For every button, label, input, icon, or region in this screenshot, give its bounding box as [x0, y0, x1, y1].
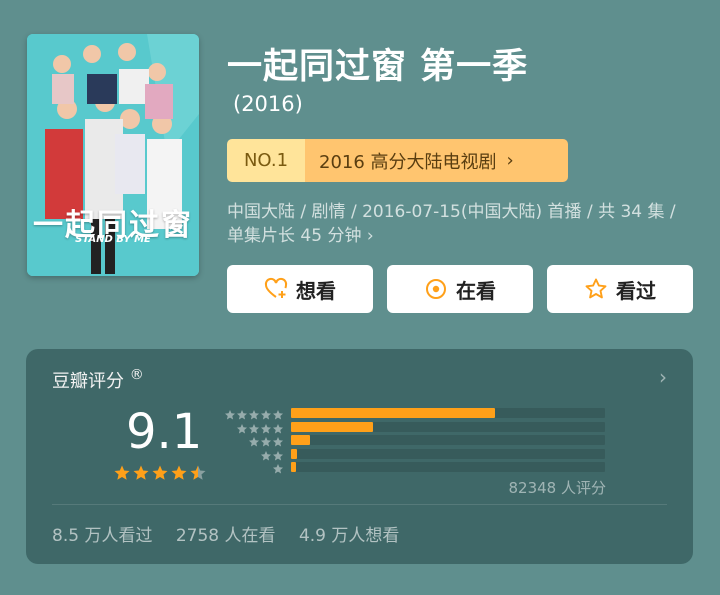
rating-stars	[113, 464, 207, 486]
release-year: (2016)	[233, 92, 303, 116]
rating-star-icon	[170, 464, 188, 486]
watching-label: 在看	[456, 278, 496, 303]
row-stars	[224, 406, 284, 420]
rating-score: 9.1	[126, 404, 203, 460]
rating-bar	[291, 462, 296, 473]
rating-row-2-star	[223, 447, 607, 461]
rating-count: 82348 人评分	[508, 479, 607, 497]
want-count[interactable]: 4.9 万人想看	[299, 526, 399, 546]
small-star-icon	[272, 433, 284, 447]
rating-bar-track	[291, 421, 605, 432]
small-star-icon	[272, 460, 284, 474]
watched-count[interactable]: 8.5 万人看过	[52, 526, 152, 546]
rating-bar-track	[291, 448, 605, 459]
rating-card[interactable]: 豆瓣评分 ® › 9.1 82348 人评分 8.5 万人看过 2758 人在看…	[26, 349, 693, 564]
rank-label: 2016 高分大陆电视剧	[319, 151, 497, 173]
want-to-watch-label: 想看	[296, 278, 336, 303]
rating-star-icon	[151, 464, 169, 486]
rank-label-wrap: 2016 高分大陆电视剧 ›	[305, 139, 568, 182]
rating-header-label: 豆瓣评分	[52, 371, 124, 392]
row-stars	[236, 420, 284, 434]
small-star-icon	[248, 406, 260, 420]
registered-mark: ®	[129, 367, 144, 383]
small-star-icon	[260, 447, 272, 461]
rank-badge: NO.1	[227, 139, 305, 182]
small-star-icon	[260, 406, 272, 420]
watching-button[interactable]: 在看	[387, 265, 533, 313]
rating-bar	[291, 448, 298, 459]
chevron-right-icon[interactable]: ›	[659, 365, 667, 389]
rating-star-icon	[113, 464, 131, 486]
rating-bar	[291, 435, 310, 446]
rating-row-5-star	[223, 406, 607, 420]
star-outline-icon	[585, 278, 607, 299]
page-title: 一起同过窗 第一季	[227, 47, 529, 87]
rating-bar-track	[291, 408, 605, 418]
rating-bar	[291, 421, 373, 432]
small-star-icon	[272, 420, 284, 434]
small-star-icon	[236, 406, 248, 420]
small-star-icon	[272, 447, 284, 461]
row-stars	[248, 433, 284, 447]
rating-bar-track	[291, 435, 605, 446]
poster-image[interactable]: 一起同过窗 STAND BY ME	[27, 34, 199, 276]
row-stars	[260, 447, 284, 461]
small-star-icon	[272, 406, 284, 420]
rating-row-3-star	[223, 433, 607, 447]
poster-subtitle: STAND BY ME	[75, 234, 151, 245]
heart-plus-icon	[264, 277, 288, 298]
chevron-right-icon: ›	[506, 150, 514, 171]
watched-button[interactable]: 看过	[547, 265, 693, 313]
rating-star-icon	[132, 464, 150, 486]
small-star-icon	[248, 433, 260, 447]
small-star-icon	[248, 420, 260, 434]
small-star-icon	[260, 433, 272, 447]
rank-banner[interactable]: NO.1 2016 高分大陆电视剧 ›	[227, 139, 568, 182]
want-to-watch-button[interactable]: 想看	[227, 265, 373, 313]
small-star-icon	[260, 420, 272, 434]
dot-circle-icon	[426, 279, 446, 299]
rating-distribution	[223, 406, 607, 474]
rating-bar-track	[291, 462, 605, 473]
watching-count[interactable]: 2758 人在看	[176, 526, 276, 546]
rating-bar	[291, 408, 496, 418]
rating-header: 豆瓣评分 ®	[52, 367, 144, 393]
row-stars	[272, 460, 284, 474]
rating-row-4-star	[223, 420, 607, 434]
small-star-icon	[224, 406, 236, 420]
watch-stats: 8.5 万人看过 2758 人在看 4.9 万人想看	[52, 521, 417, 546]
watched-label: 看过	[616, 278, 656, 303]
subject-meta[interactable]: 中国大陆 / 剧情 / 2016-07-15(中国大陆) 首播 / 共 34 集…	[227, 200, 692, 248]
divider	[52, 504, 667, 505]
small-star-icon	[236, 420, 248, 434]
rating-star-icon	[189, 464, 207, 486]
rating-row-1-star	[223, 460, 607, 474]
